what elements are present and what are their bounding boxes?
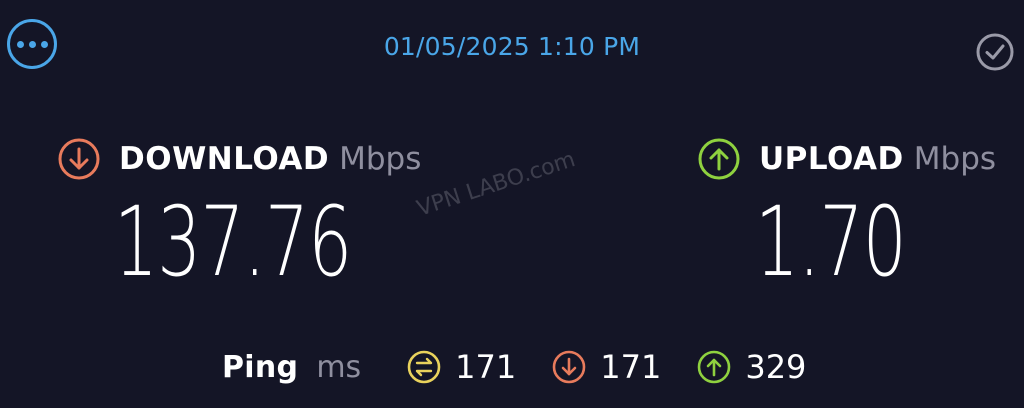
- download-latency-icon: [552, 350, 586, 384]
- watermark: VPN LABO.com: [414, 147, 579, 222]
- ping-upload-value: 329: [745, 348, 807, 386]
- ping-download: 171: [552, 348, 661, 386]
- ping-idle: 171: [407, 348, 516, 386]
- ping-label: Ping: [222, 349, 299, 385]
- ping-upload: 329: [697, 348, 806, 386]
- idle-latency-icon: [407, 350, 441, 384]
- download-speed-value: 137.76: [114, 186, 352, 298]
- upload-latency-icon: [698, 350, 731, 384]
- speedtest-result-panel: 01/05/2025 1:10 PM DOWNLOAD Mbps UPLOAD …: [0, 0, 1024, 408]
- download-title: DOWNLOAD: [119, 141, 330, 177]
- result-timestamp: 01/05/2025 1:10 PM: [383, 32, 641, 61]
- download-header: DOWNLOAD Mbps: [57, 136, 421, 182]
- download-unit: Mbps: [339, 141, 422, 177]
- upload-title: UPLOAD: [759, 141, 904, 177]
- ping-unit: ms: [316, 349, 362, 385]
- ping-idle-value: 171: [455, 348, 517, 386]
- upload-arrow-icon: [698, 138, 740, 180]
- download-arrow-icon: [58, 138, 100, 180]
- upload-header: UPLOAD Mbps: [697, 136, 996, 182]
- upload-speed-value: 1.70: [755, 186, 907, 298]
- upload-unit: Mbps: [913, 141, 997, 177]
- ping-download-value: 171: [600, 348, 662, 386]
- check-circle-icon[interactable]: [975, 32, 1015, 72]
- ping-row: Ping ms 171 171 329: [222, 345, 806, 389]
